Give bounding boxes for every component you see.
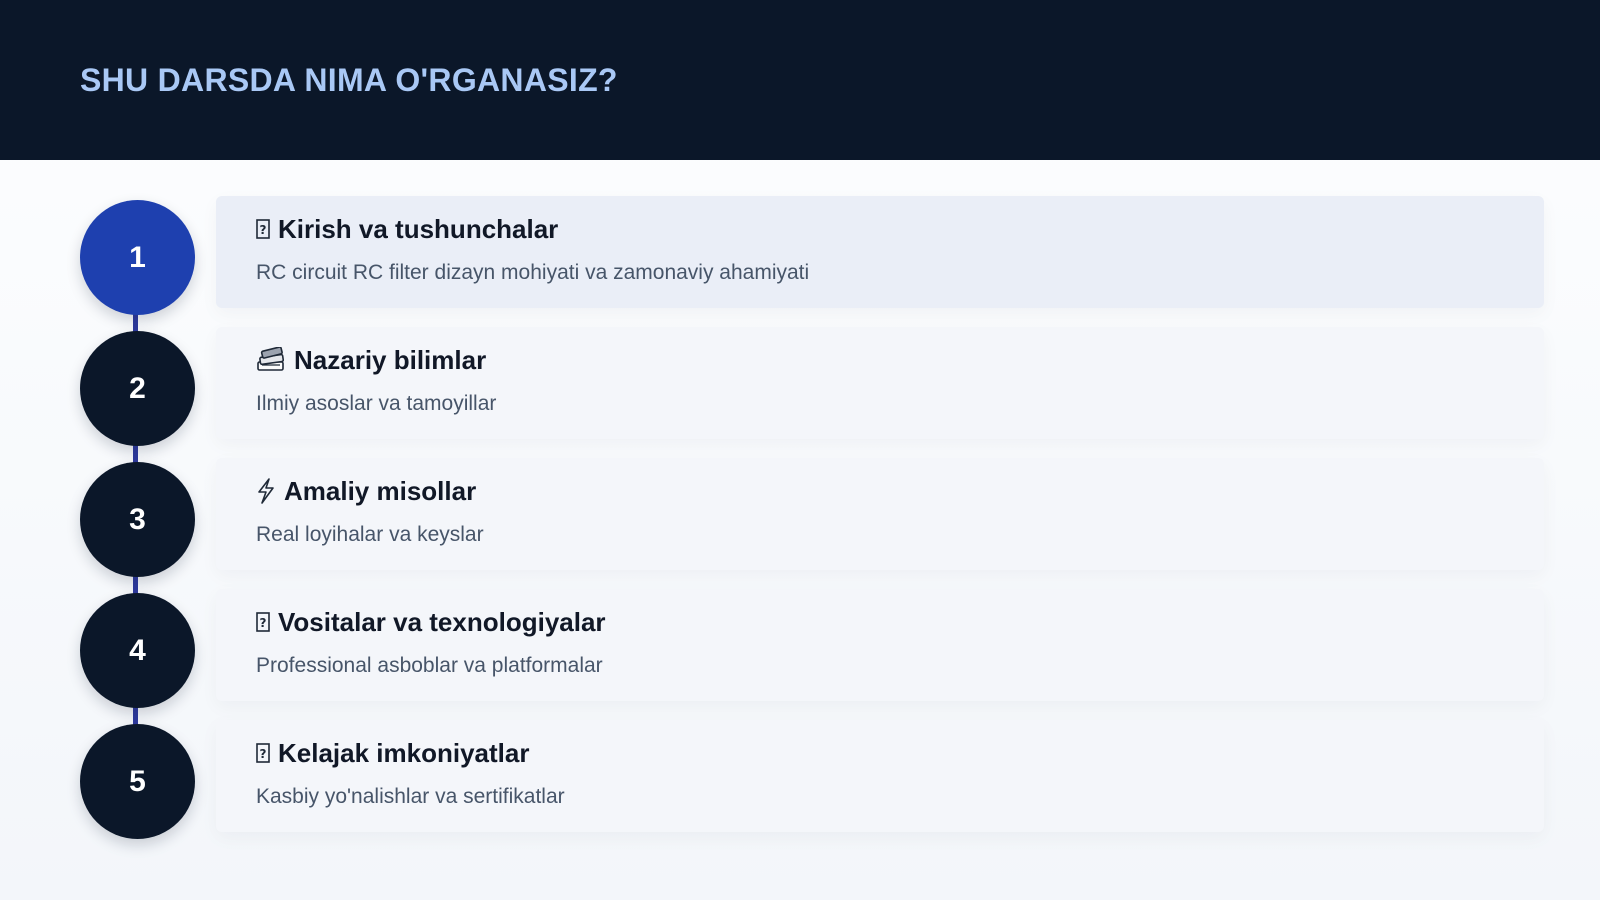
step-description: RC circuit RC filter dizayn mohiyati va … bbox=[256, 261, 810, 284]
step-description: Ilmiy asoslar va tamoyillar bbox=[256, 392, 497, 415]
step-number-circle: 4 bbox=[80, 593, 195, 708]
step-number-circle: 2 bbox=[80, 331, 195, 446]
svg-text:?: ? bbox=[260, 747, 267, 761]
lightning-icon bbox=[256, 478, 276, 504]
step-title-text: Vositalar va texnologiyalar bbox=[278, 606, 606, 637]
step-card[interactable]: ? Kelajak imkoniyatlar Kasbiy yo'nalishlar… bbox=[216, 720, 1544, 832]
step-number-circle: 1 bbox=[80, 200, 195, 315]
step-description: Kasbiy yo'nalishlar va sertifikatlar bbox=[256, 785, 565, 808]
step-description: Real loyihalar va keyslar bbox=[256, 523, 484, 546]
step-title: ? Kelajak imkoniyatlar bbox=[256, 738, 1544, 768]
step-title-text: Kelajak imkoniyatlar bbox=[278, 737, 530, 768]
step-title-text: Nazariy bilimlar bbox=[294, 344, 487, 375]
step-number-circle: 5 bbox=[80, 724, 195, 839]
step-title-text: Amaliy misollar bbox=[284, 475, 477, 506]
step-card[interactable]: Amaliy misollar Real loyihalar va keyslar bbox=[216, 458, 1544, 570]
books-icon bbox=[256, 347, 286, 373]
svg-text:?: ? bbox=[260, 223, 267, 237]
header-bar: SHU DARSDA NIMA O'RGANASIZ? bbox=[0, 0, 1600, 160]
step-title: ? Kirish va tushunchalar bbox=[256, 214, 1544, 244]
step-card[interactable]: ? Vositalar va texnologiyalar Professional… bbox=[216, 589, 1544, 701]
step-card[interactable]: ? Kirish va tushunchalar RC circuit RC fil… bbox=[216, 196, 1544, 308]
step-number-circle: 3 bbox=[80, 462, 195, 577]
step-title: Nazariy bilimlar bbox=[256, 345, 1544, 375]
missing-glyph-icon: ? bbox=[256, 216, 270, 242]
step-card[interactable]: Nazariy bilimlar Ilmiy asoslar va tamoyil… bbox=[216, 327, 1544, 439]
missing-glyph-icon: ? bbox=[256, 609, 270, 635]
step-title-text: Kirish va tushunchalar bbox=[278, 213, 559, 244]
step-description: Professional asboblar va platformalar bbox=[256, 654, 603, 677]
svg-text:?: ? bbox=[260, 616, 267, 630]
page-title: SHU DARSDA NIMA O'RGANASIZ? bbox=[80, 62, 618, 98]
step-title: Amaliy misollar bbox=[256, 476, 1544, 506]
step-title: ? Vositalar va texnologiyalar bbox=[256, 607, 1544, 637]
missing-glyph-icon: ? bbox=[256, 740, 270, 766]
slide: SHU DARSDA NIMA O'RGANASIZ? 1? Kirish va … bbox=[0, 0, 1600, 900]
